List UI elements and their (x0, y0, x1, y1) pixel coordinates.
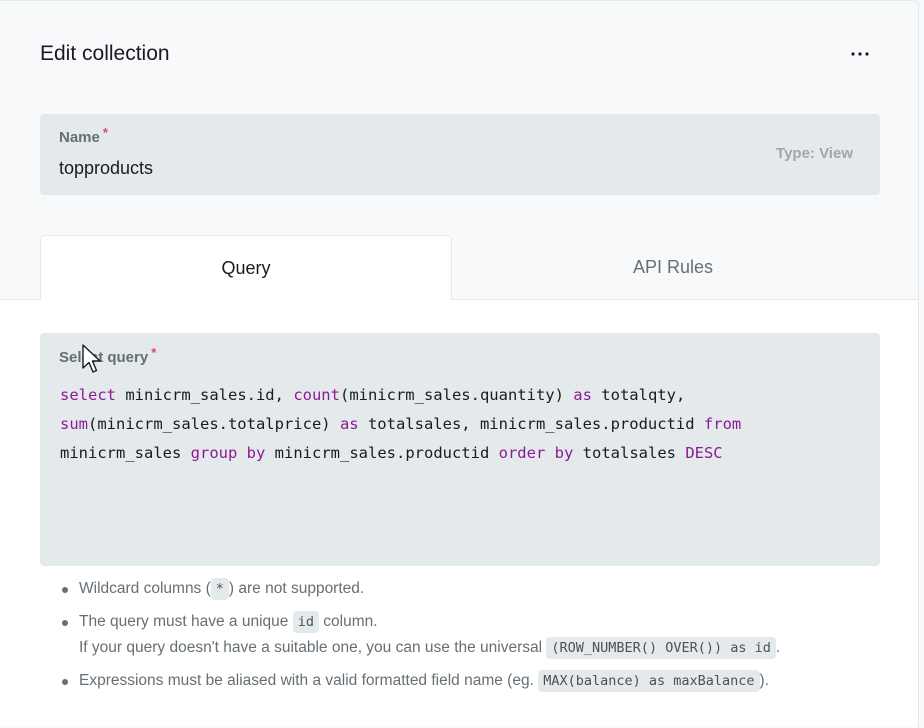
note-unique-id: The query must have a unique id column. I… (40, 609, 900, 661)
code-line: minicrm_sales group by minicrm_sales.pro… (60, 439, 860, 468)
more-options-button[interactable] (842, 40, 878, 68)
sql-text: totalqty, (591, 386, 686, 404)
sql-keyword: order (498, 444, 546, 462)
sql-keyword: sum (60, 415, 88, 433)
code-chip: * (210, 578, 229, 600)
type-hint: Type: View (776, 145, 853, 162)
query-editor[interactable]: select minicrm_sales.id, count(minicrm_s… (60, 381, 860, 468)
required-mark: * (102, 125, 108, 140)
select-query-field[interactable]: Select query * select minicrm_sales.id, c… (40, 333, 880, 566)
tab-api-rules[interactable]: API Rules (467, 235, 879, 299)
code-line: select minicrm_sales.id, count(minicrm_s… (60, 381, 860, 410)
sql-text: totalsales (573, 444, 686, 462)
code-line: sum(minicrm_sales.totalprice) as totalsa… (60, 410, 860, 439)
sql-keyword: DESC (685, 444, 723, 462)
query-notes: Wildcard columns (*) are not supported. … (40, 576, 900, 701)
sql-keyword: by (246, 444, 266, 462)
sql-text: (minicrm_sales.quantity) (339, 386, 574, 404)
required-mark: * (151, 345, 157, 360)
name-field-label: Name * (59, 125, 108, 146)
sql-keyword: by (554, 444, 574, 462)
sql-text: (minicrm_sales.totalprice) (88, 415, 340, 433)
name-input[interactable] (59, 158, 719, 179)
note-aliased-expressions: Expressions must be aliased with a valid… (40, 668, 900, 694)
name-field[interactable]: Name* Type: View (40, 114, 880, 195)
sql-keyword: as (573, 386, 592, 404)
ellipsis-icon (850, 51, 870, 57)
sql-keyword: from (703, 415, 742, 433)
code-chip: id (292, 611, 319, 633)
note-wildcard: Wildcard columns (*) are not supported. (40, 576, 900, 602)
sql-text: minicrm_sales.productid (265, 444, 499, 462)
sql-keyword: count (293, 386, 340, 404)
sql-text: minicrm_sales (60, 444, 191, 462)
sql-text: totalsales, minicrm_sales.productid (358, 415, 704, 433)
code-chip: (ROW_NUMBER() OVER()) as id (546, 637, 776, 659)
arrow-cursor-icon (82, 344, 102, 379)
code-chip: MAX(balance) as maxBalance (538, 670, 760, 692)
sql-keyword: select (60, 386, 116, 404)
page-title: Edit collection (40, 42, 170, 65)
sql-keyword: group (190, 444, 238, 462)
sql-keyword: as (339, 415, 359, 433)
select-query-label: Select query * (59, 345, 157, 366)
sql-text: minicrm_sales.id, (116, 386, 294, 404)
tab-query[interactable]: Query (40, 235, 452, 300)
